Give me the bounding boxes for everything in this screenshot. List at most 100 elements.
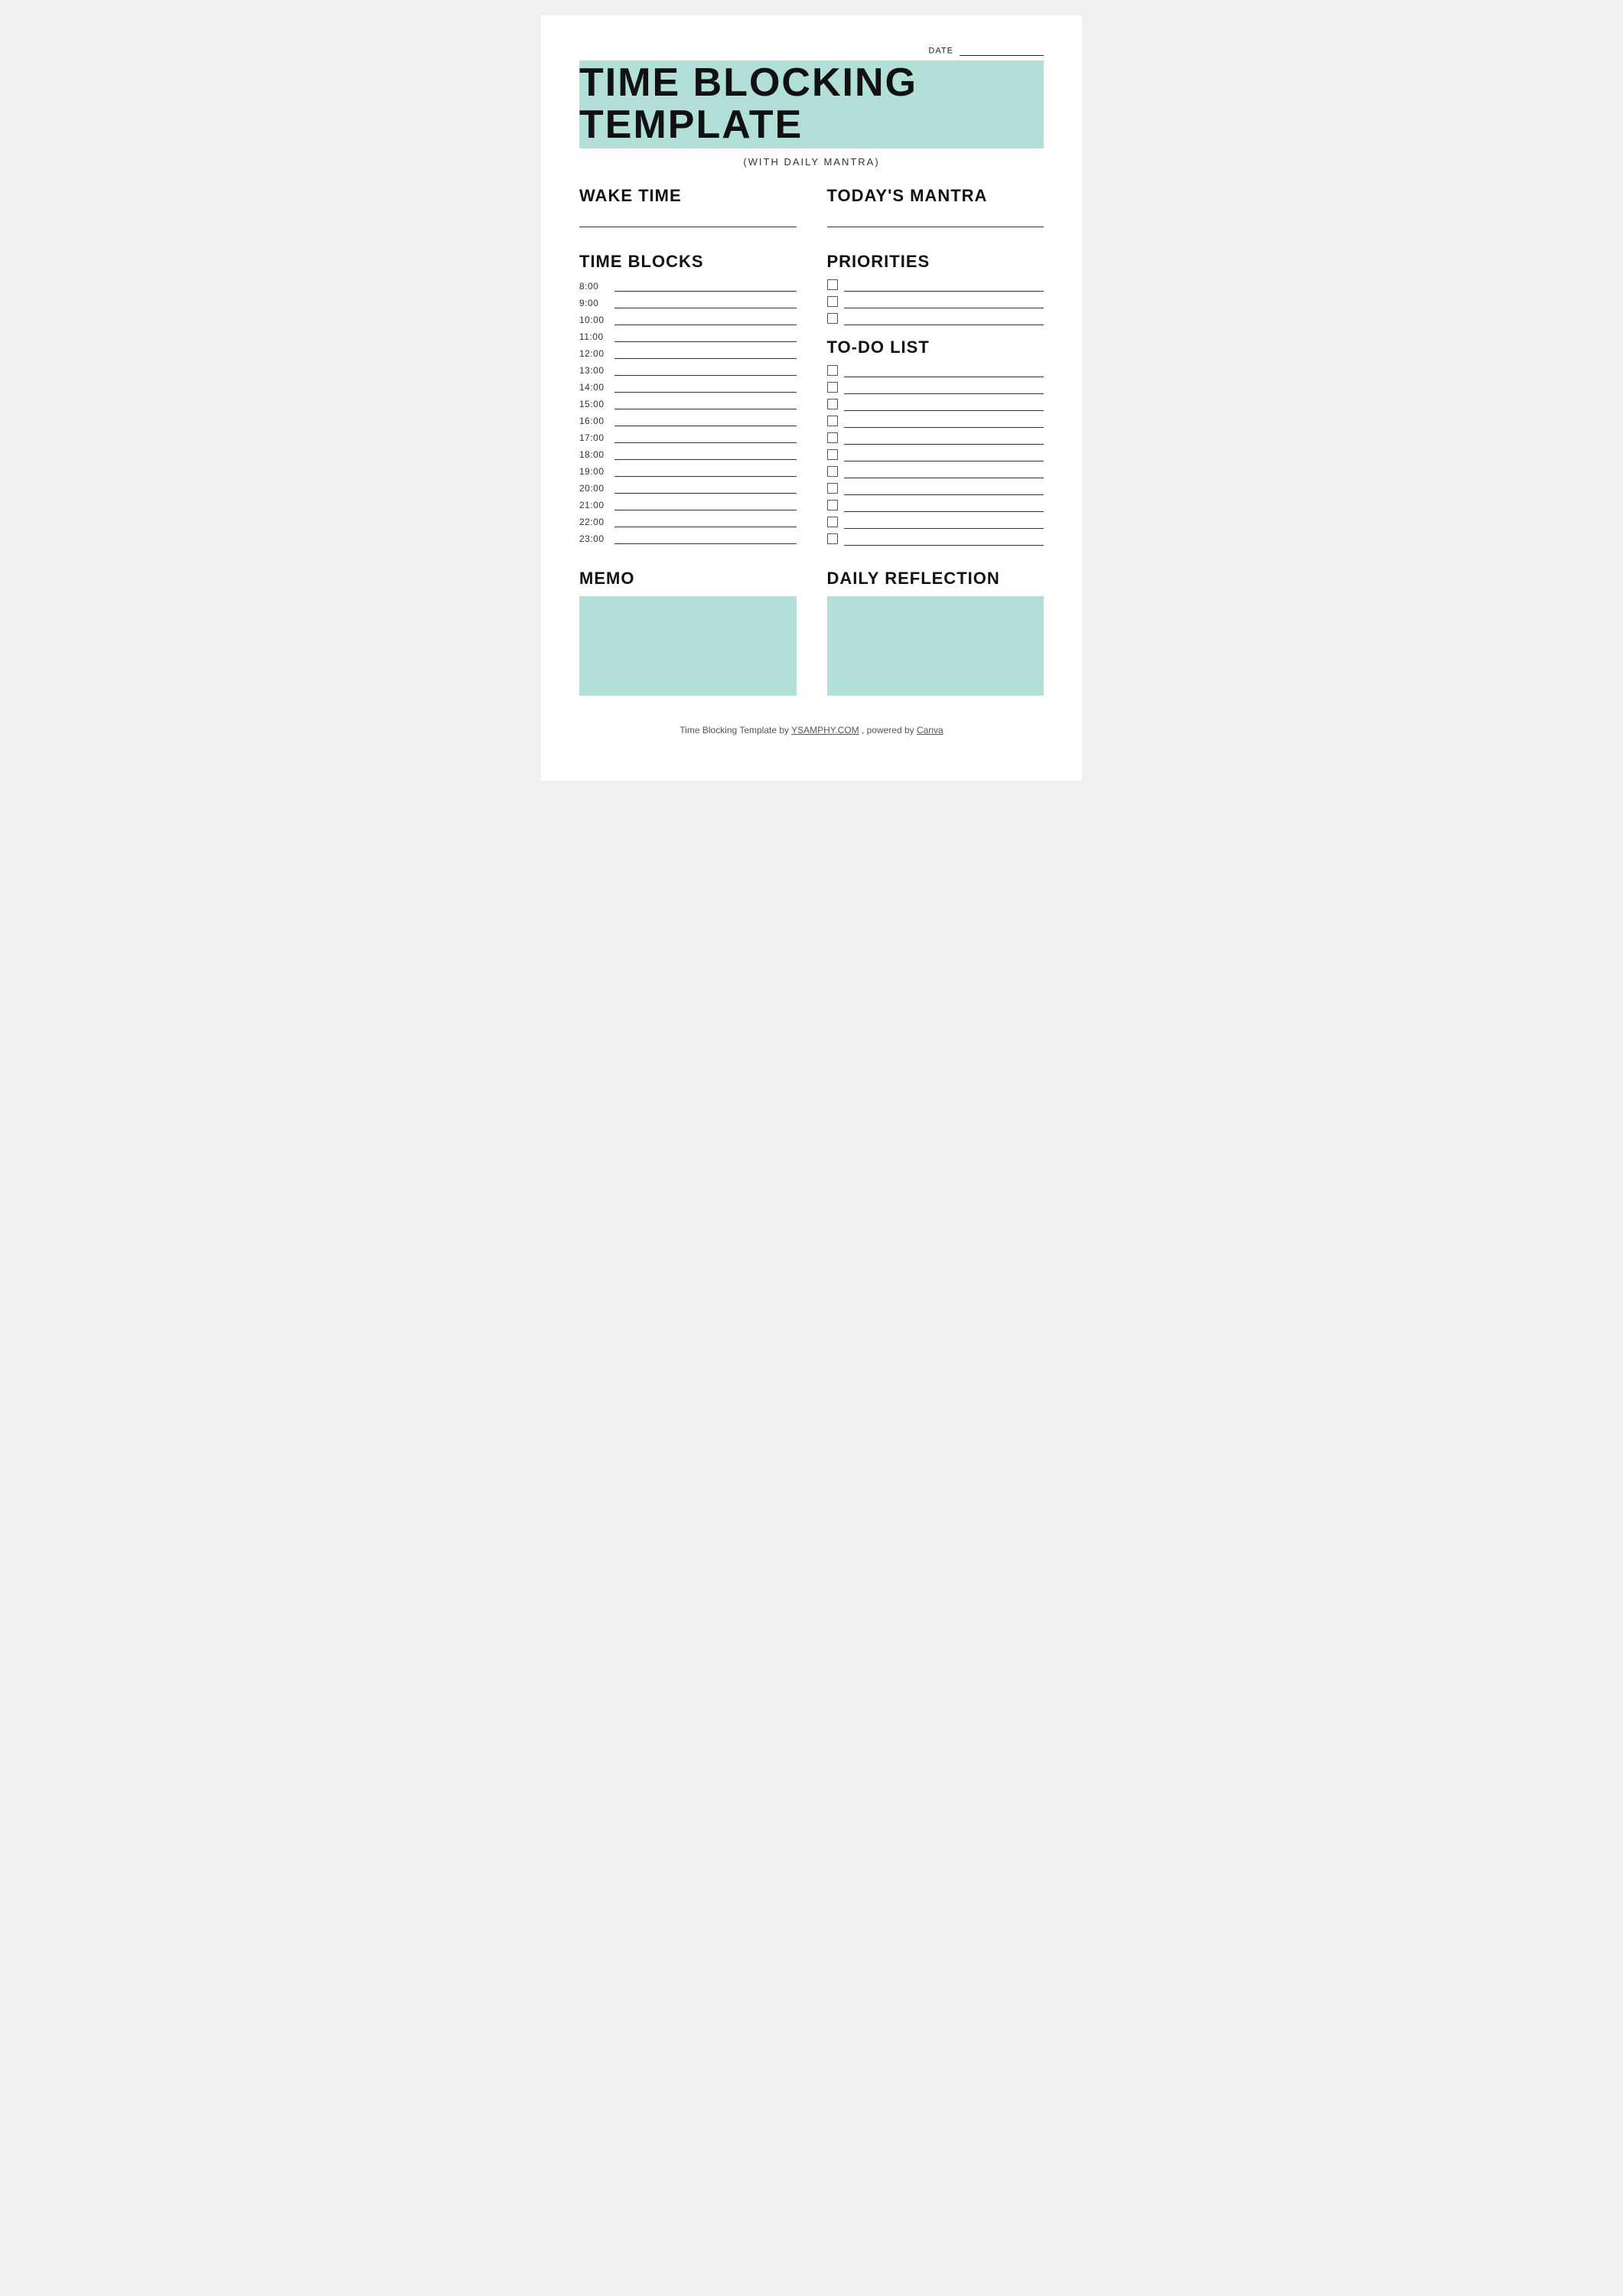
todo-line-11: [844, 533, 1045, 546]
mantra-title: TODAY'S MANTRA: [827, 186, 1045, 206]
priority-line-3: [844, 313, 1045, 325]
time-row: 18:00: [579, 448, 797, 460]
wake-mantra-row: WAKE TIME TODAY'S MANTRA: [579, 186, 1044, 238]
time-row: 23:00: [579, 532, 797, 544]
memo-title: MEMO: [579, 569, 797, 589]
time-label-800: 8:00: [579, 281, 608, 292]
priority-row-3: [827, 313, 1045, 325]
time-label-1200: 12:00: [579, 348, 608, 359]
time-line-2000: [614, 481, 797, 494]
reflection-section: DAILY REFLECTION: [827, 569, 1045, 696]
time-line-2300: [614, 532, 797, 544]
time-row: 20:00: [579, 481, 797, 494]
time-label-2300: 23:00: [579, 533, 608, 544]
priorities-todo-section: PRIORITIES TO-DO LIST: [827, 252, 1045, 550]
todo-row-9: [827, 500, 1045, 512]
time-line-1600: [614, 414, 797, 426]
time-row: 17:00: [579, 431, 797, 443]
todo-checkbox-7[interactable]: [827, 466, 838, 477]
time-label-1600: 16:00: [579, 416, 608, 426]
todo-line-4: [844, 416, 1045, 428]
time-label-1000: 10:00: [579, 315, 608, 325]
time-label-1500: 15:00: [579, 399, 608, 409]
reflection-title: DAILY REFLECTION: [827, 569, 1045, 589]
memo-box: [579, 596, 797, 696]
todo-checkbox-11[interactable]: [827, 533, 838, 544]
time-line-1800: [614, 448, 797, 460]
time-line-800: [614, 279, 797, 292]
todo-checkbox-1[interactable]: [827, 365, 838, 376]
priority-checkbox-2[interactable]: [827, 296, 838, 307]
todo-line-9: [844, 500, 1045, 512]
todo-row-10: [827, 517, 1045, 529]
todo-row-11: [827, 533, 1045, 546]
date-label: DATE: [928, 46, 953, 55]
memo-reflection-row: MEMO DAILY REFLECTION: [579, 569, 1044, 696]
todo-row-5: [827, 432, 1045, 445]
todo-row-7: [827, 466, 1045, 478]
time-row: 11:00: [579, 330, 797, 342]
todo-line-8: [844, 483, 1045, 495]
priority-row-1: [827, 279, 1045, 292]
time-label-1100: 11:00: [579, 331, 608, 342]
time-row: 8:00: [579, 279, 797, 292]
todo-checkbox-4[interactable]: [827, 416, 838, 426]
todo-checkbox-6[interactable]: [827, 449, 838, 460]
time-line-2200: [614, 515, 797, 527]
time-row: 9:00: [579, 296, 797, 308]
todo-checkbox-2[interactable]: [827, 382, 838, 393]
time-line-1900: [614, 465, 797, 477]
todo-checkbox-10[interactable]: [827, 517, 838, 527]
todo-row-1: [827, 365, 1045, 377]
time-label-900: 9:00: [579, 298, 608, 308]
todo-row-8: [827, 483, 1045, 495]
footer-text-part1: Time Blocking Template by: [680, 725, 791, 735]
main-title-wrapper: TIME BLOCKING TEMPLATE: [579, 60, 1044, 148]
time-line-1700: [614, 431, 797, 443]
footer-link-canva[interactable]: Canva: [917, 725, 943, 735]
reflection-box: [827, 596, 1045, 696]
priority-checkbox-1[interactable]: [827, 279, 838, 290]
time-row: 19:00: [579, 465, 797, 477]
time-row: 14:00: [579, 380, 797, 393]
time-label-1700: 17:00: [579, 432, 608, 443]
time-label-1900: 19:00: [579, 466, 608, 477]
time-row: 13:00: [579, 364, 797, 376]
wake-time-title: WAKE TIME: [579, 186, 797, 206]
subtitle: (WITH DAILY MANTRA): [579, 156, 1044, 168]
time-line-900: [614, 296, 797, 308]
priority-row-2: [827, 296, 1045, 308]
todo-checkbox-8[interactable]: [827, 483, 838, 494]
todo-checkbox-9[interactable]: [827, 500, 838, 510]
time-line-1500: [614, 397, 797, 409]
todo-row-6: [827, 449, 1045, 461]
time-blocks-section: TIME BLOCKS 8:00 9:00 10:00 11:00 12:00: [579, 252, 797, 550]
time-line-1000: [614, 313, 797, 325]
time-row: 22:00: [579, 515, 797, 527]
time-line-1300: [614, 364, 797, 376]
blocks-priorities-row: TIME BLOCKS 8:00 9:00 10:00 11:00 12:00: [579, 252, 1044, 550]
todo-row-3: [827, 399, 1045, 411]
todo-checkbox-5[interactable]: [827, 432, 838, 443]
priorities-title: PRIORITIES: [827, 252, 1045, 272]
todo-checkbox-3[interactable]: [827, 399, 838, 409]
mantra-section: TODAY'S MANTRA: [827, 186, 1045, 238]
priority-line-2: [844, 296, 1045, 308]
time-row: 21:00: [579, 498, 797, 510]
main-title: TIME BLOCKING TEMPLATE: [579, 62, 1038, 145]
date-line: DATE: [579, 46, 1044, 56]
time-row: 10:00: [579, 313, 797, 325]
time-label-2100: 21:00: [579, 500, 608, 510]
wake-section: WAKE TIME: [579, 186, 797, 238]
todo-line-3: [844, 399, 1045, 411]
time-blocks-title: TIME BLOCKS: [579, 252, 797, 272]
todo-line-10: [844, 517, 1045, 529]
memo-section: MEMO: [579, 569, 797, 696]
todo-row-2: [827, 382, 1045, 394]
footer-link-ysamphy[interactable]: YSAMPHY.COM: [791, 725, 859, 735]
footer-text-part2: , powered by: [859, 725, 917, 735]
time-line-1200: [614, 347, 797, 359]
todo-line-6: [844, 449, 1045, 461]
todo-title: TO-DO LIST: [827, 338, 1045, 357]
priority-checkbox-3[interactable]: [827, 313, 838, 324]
